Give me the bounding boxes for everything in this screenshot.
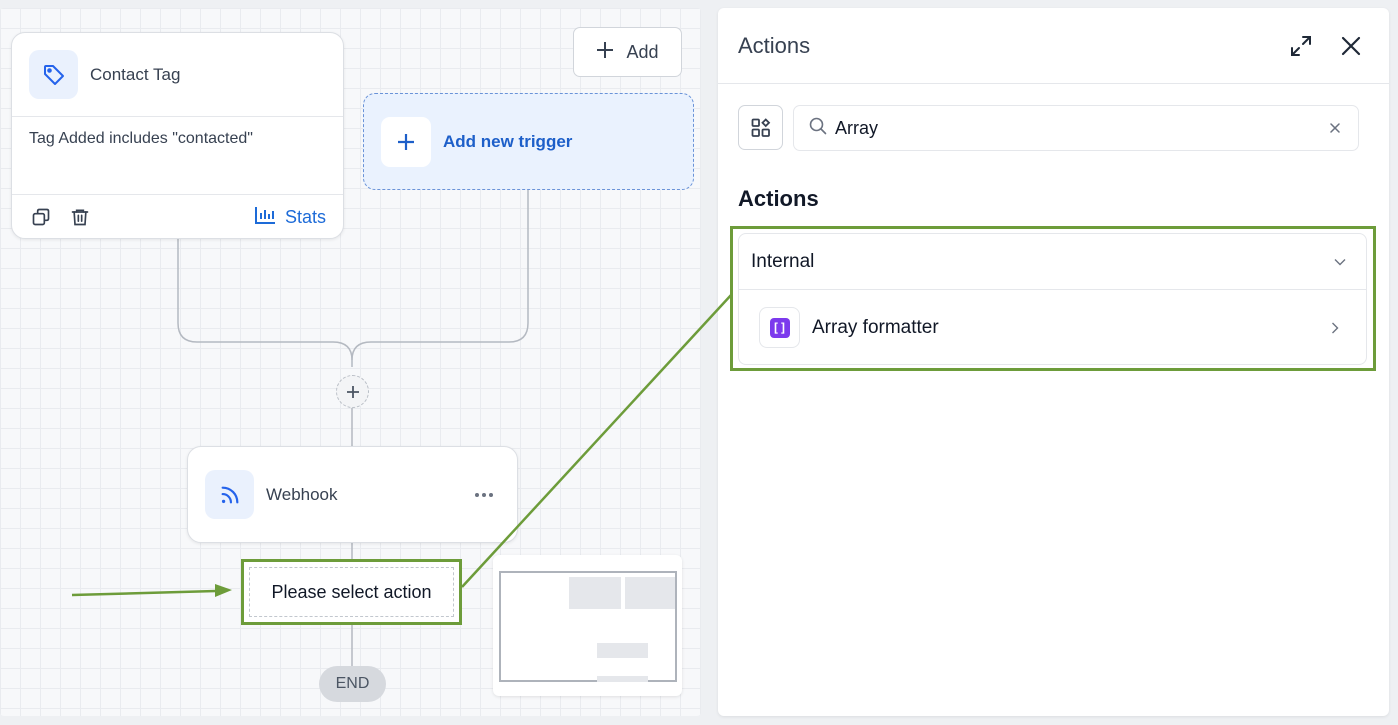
webhook-node[interactable]: Webhook bbox=[187, 446, 518, 543]
plus-icon bbox=[381, 116, 431, 167]
more-options-icon[interactable] bbox=[473, 484, 495, 506]
add-new-trigger-button[interactable]: Add new trigger bbox=[363, 93, 694, 190]
minimap-viewport[interactable] bbox=[499, 571, 677, 682]
chevron-right-icon bbox=[1328, 321, 1342, 335]
stats-label: Stats bbox=[284, 206, 326, 227]
stats-button[interactable]: Stats bbox=[254, 206, 326, 229]
search-input[interactable] bbox=[835, 117, 1324, 139]
close-icon[interactable] bbox=[1337, 32, 1365, 60]
section-heading: Actions bbox=[738, 186, 819, 211]
group-header[interactable]: Internal bbox=[739, 234, 1366, 290]
trigger-card-contact-tag[interactable]: Contact Tag Tag Added includes "contacte… bbox=[11, 32, 344, 239]
bar-chart-icon bbox=[254, 206, 276, 229]
add-new-trigger-label: Add new trigger bbox=[443, 131, 573, 151]
select-action-label: Please select action bbox=[249, 567, 454, 617]
actions-panel: Actions Array Actions Internal [] Array … bbox=[718, 8, 1389, 716]
action-group-internal: Internal [] Array formatter bbox=[738, 233, 1367, 365]
search-box[interactable] bbox=[793, 105, 1359, 151]
array-formatter-icon: [] bbox=[759, 307, 800, 348]
workflow-canvas[interactable]: Contact Tag Tag Added includes "contacte… bbox=[0, 8, 701, 716]
minimap[interactable] bbox=[493, 555, 682, 696]
clear-search-icon[interactable] bbox=[1324, 117, 1346, 139]
add-step-button[interactable] bbox=[336, 375, 369, 408]
select-action-placeholder[interactable]: Please select action bbox=[241, 559, 462, 625]
panel-title: Actions bbox=[738, 32, 811, 58]
group-label: Internal bbox=[751, 250, 815, 272]
webhook-title: Webhook bbox=[266, 484, 338, 504]
end-node: END bbox=[319, 666, 386, 702]
rss-icon bbox=[205, 470, 254, 519]
trigger-filter-text: Tag Added includes "contacted" bbox=[12, 117, 343, 195]
chevron-down-icon bbox=[1332, 254, 1348, 270]
add-button-label: Add bbox=[626, 41, 659, 62]
copy-icon[interactable] bbox=[29, 205, 53, 229]
search-icon bbox=[809, 117, 827, 140]
tag-icon bbox=[29, 50, 78, 99]
expand-icon[interactable] bbox=[1287, 32, 1315, 60]
add-button[interactable]: Add bbox=[573, 27, 682, 77]
categories-grid-button[interactable] bbox=[738, 105, 783, 150]
trigger-title: Contact Tag bbox=[90, 64, 181, 84]
plus-icon bbox=[596, 41, 614, 64]
action-item-array-formatter[interactable]: [] Array formatter bbox=[739, 290, 1366, 364]
action-item-label: Array formatter bbox=[812, 316, 939, 338]
trash-icon[interactable] bbox=[68, 205, 92, 229]
